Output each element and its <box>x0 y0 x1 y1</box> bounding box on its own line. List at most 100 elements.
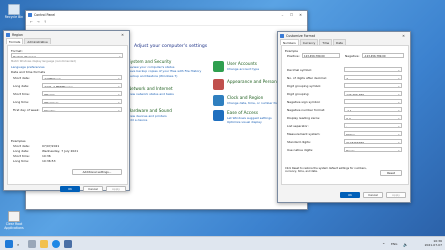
region-tabs: Formats Administrative <box>4 38 129 44</box>
leading-zeros-select[interactable]: 0.7 <box>344 115 402 120</box>
region-icon <box>6 33 10 37</box>
cancel-button[interactable]: Cancel <box>363 192 383 198</box>
standard-digits-label: Standard digits: <box>287 140 311 144</box>
leading-zeros-label: Display leading zeros: <box>287 116 321 120</box>
ok-button[interactable]: OK <box>60 186 80 192</box>
negative-label: Negative: <box>345 54 360 58</box>
category-link[interactable]: Change account type <box>227 67 259 71</box>
short-time-select[interactable]: HH:mm <box>42 91 122 96</box>
numbers-panel: Example Positive: 123,456,789.00 Negativ… <box>281 45 409 185</box>
close-button[interactable]: ✕ <box>399 34 408 38</box>
language-preferences-link[interactable]: Language preferences <box>11 65 45 69</box>
clock-icon <box>213 95 224 106</box>
forward-arrow-icon[interactable]: → <box>37 20 40 24</box>
search-icon[interactable]: ⌕ <box>17 242 19 247</box>
first-day-select[interactable]: Monday <box>42 107 122 112</box>
taskbar: ⌕ ⌃ ENG 🔈 10:36 2021-07-07 <box>0 236 445 250</box>
examples-heading: Examples <box>11 139 26 143</box>
category-link[interactable]: View network status and tasks <box>128 92 174 96</box>
speaker-icon[interactable]: 🔈 <box>403 242 408 247</box>
reset-note: Click Reset to restore the system defaul… <box>285 167 367 174</box>
cancel-button[interactable]: Cancel <box>83 186 103 192</box>
app-shortcut-desktop-icon[interactable]: Clear Root Applications <box>1 211 27 230</box>
recycle-bin-label: Recycle Bin <box>4 15 24 19</box>
page-title: Adjust your computer's settings <box>134 44 208 49</box>
recycle-bin-desktop-icon[interactable]: Recycle Bin <box>3 4 25 20</box>
long-time-label: Long time: <box>13 100 30 104</box>
native-digits-label: Use native digits: <box>287 148 314 152</box>
back-arrow-icon[interactable]: ← <box>30 20 33 24</box>
measurement-label: Measurement system: <box>287 132 321 136</box>
formats-panel: Format: English (Europe) Match Windows d… <box>7 45 128 185</box>
app-shortcut-label: Clear Root Applications <box>4 222 24 230</box>
category-link[interactable]: View devices and printers <box>128 114 172 118</box>
decimal-symbol-select[interactable]: . <box>344 67 402 72</box>
ok-button[interactable]: OK <box>340 192 360 198</box>
digit-grouping-select[interactable]: 123,456,789 <box>344 91 402 96</box>
recycle-bin-icon <box>8 4 20 15</box>
dialog-title: Region <box>12 33 23 37</box>
negative-sign-select[interactable]: - <box>344 99 402 104</box>
start-icon[interactable] <box>5 240 13 248</box>
native-digits-select[interactable]: Never <box>344 147 402 152</box>
negative-format-select[interactable]: -1.1 <box>344 107 402 112</box>
reset-button[interactable]: Reset <box>380 170 402 176</box>
digits-after-decimal-label: No. of digits after decimal: <box>287 76 327 80</box>
first-day-label: First day of week: <box>13 108 40 112</box>
category-link[interactable]: Let Windows suggest settings <box>227 116 272 120</box>
tab-formats[interactable]: Formats <box>6 38 24 44</box>
category-link[interactable]: Review your computer's status <box>128 65 201 69</box>
category-title[interactable]: System and Security <box>128 59 201 64</box>
grouping-symbol-label: Digit grouping symbol: <box>287 84 322 88</box>
apply-button[interactable]: Apply <box>106 186 126 192</box>
negative-format-label: Negative number format: <box>287 108 326 112</box>
shortcut-icon <box>8 211 20 222</box>
long-date-select[interactable]: dddd, d MMMM yyyy <box>42 83 122 88</box>
example-label: Short date: <box>13 144 30 148</box>
digits-after-decimal-select[interactable]: 2 <box>344 75 402 80</box>
measurement-select[interactable]: Metric <box>344 131 402 136</box>
format-select[interactable]: English (Europe) <box>11 53 123 58</box>
category-link[interactable]: Backup and Restore (Windows 7) <box>128 74 201 78</box>
customize-icon <box>280 34 284 38</box>
category-title[interactable]: Hardware and Sound <box>128 108 172 113</box>
maximize-button[interactable]: ☐ <box>287 13 296 17</box>
long-time-select[interactable]: HH:mm:ss <box>42 99 122 104</box>
language-indicator[interactable]: ENG <box>391 242 397 246</box>
short-date-select[interactable]: dd/MM/yyyy <box>42 75 122 80</box>
category-clock-region[interactable]: Clock and Region Change date, time, or n… <box>213 95 285 106</box>
control-panel-titlebar: Control Panel – ☐ ✕ <box>26 11 307 19</box>
category-title[interactable]: Ease of Access <box>227 110 272 115</box>
long-date-label: Long date: <box>13 84 29 88</box>
close-button[interactable]: ✕ <box>296 13 305 17</box>
apply-button[interactable]: Apply <box>386 192 406 198</box>
example-value: 10:36:53 <box>42 159 56 163</box>
task-view-icon[interactable] <box>28 240 36 248</box>
grouping-symbol-select[interactable]: , <box>344 83 402 88</box>
close-button[interactable]: ✕ <box>118 33 127 37</box>
category-title[interactable]: Network and Internet <box>128 86 174 91</box>
minimize-button[interactable]: – <box>278 13 287 17</box>
tab-administrative[interactable]: Administrative <box>24 38 51 44</box>
standard-digits-select[interactable]: 0123456789 <box>344 139 402 144</box>
short-date-label: Short date: <box>13 76 30 80</box>
category-user-accounts[interactable]: User Accounts Change account type <box>213 61 259 72</box>
short-time-label: Short time: <box>13 92 30 96</box>
dialog-title: Customize Format <box>286 34 315 38</box>
negative-example: -123,456,789.00 <box>362 53 404 58</box>
match-language-note: Match Windows display language (recommen… <box>11 60 76 63</box>
edge-icon[interactable] <box>52 240 60 248</box>
clock[interactable]: 10:36 2021-07-07 <box>425 239 442 247</box>
category-link[interactable]: Add a device <box>128 118 172 122</box>
category-link[interactable]: Save backup copies of your files with Fi… <box>128 69 201 73</box>
decimal-symbol-label: Decimal symbol: <box>287 68 313 72</box>
additional-settings-button[interactable]: Additional settings... <box>72 169 122 175</box>
up-arrow-icon[interactable]: ↑ <box>44 20 47 24</box>
file-explorer-icon[interactable] <box>40 240 48 248</box>
chevron-up-icon[interactable]: ⌃ <box>382 242 385 247</box>
category-title[interactable]: User Accounts <box>227 61 259 66</box>
control-panel-taskbar-icon[interactable] <box>64 240 72 248</box>
category-link[interactable]: Optimize visual display <box>227 120 272 124</box>
category-ease-of-access[interactable]: Ease of Access Let Windows suggest setti… <box>213 110 272 124</box>
list-separator-select[interactable]: ; <box>344 123 402 128</box>
